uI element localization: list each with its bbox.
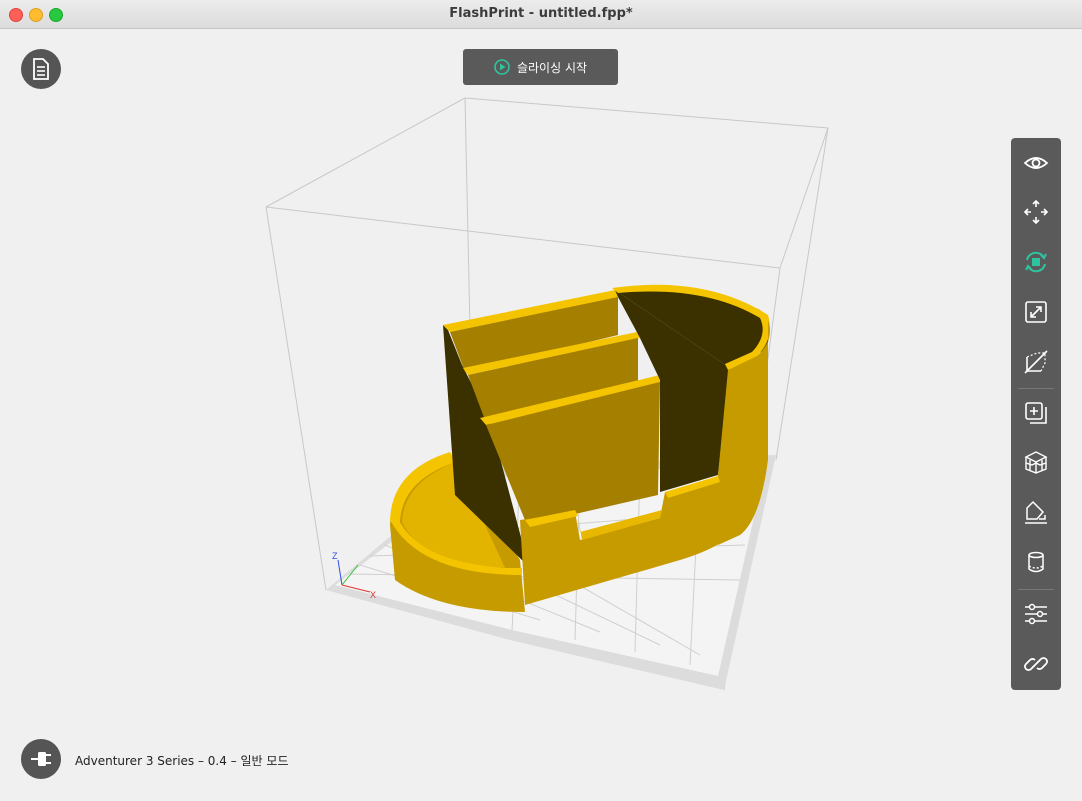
link-icon	[1024, 657, 1048, 671]
tool-rotate[interactable]	[1011, 238, 1061, 286]
title-bar: FlashPrint - untitled.fpp*	[0, 0, 1082, 29]
add-model-icon	[1025, 402, 1047, 424]
cut-icon	[1024, 350, 1048, 374]
eye-icon	[1023, 157, 1049, 169]
printer-status: Adventurer 3 Series – 0.4 – 일반 모드	[75, 754, 289, 768]
plug-icon	[31, 752, 51, 766]
tool-add-model[interactable]	[1011, 389, 1061, 437]
start-slicing-label: 슬라이싱 시작	[516, 60, 588, 75]
document-icon	[33, 58, 49, 80]
printer-connection-button[interactable]	[21, 739, 61, 779]
axis-z-label: Z	[332, 551, 338, 561]
right-toolbar	[1011, 138, 1061, 690]
tool-connect[interactable]	[1011, 640, 1061, 688]
scale-icon	[1025, 301, 1047, 323]
tool-raft[interactable]	[1011, 538, 1061, 586]
tool-lay-flat[interactable]	[1011, 488, 1061, 536]
cylinder-icon	[1028, 551, 1044, 573]
tool-supports[interactable]	[1011, 438, 1061, 486]
axis-x-label: X	[370, 590, 376, 600]
move-arrows-icon	[1023, 199, 1049, 225]
tool-settings[interactable]	[1011, 590, 1061, 638]
start-slicing-button[interactable]: 슬라이싱 시작	[463, 49, 618, 85]
tool-move[interactable]	[1011, 188, 1061, 236]
sliders-icon	[1025, 603, 1047, 625]
tool-view[interactable]	[1011, 139, 1061, 187]
document-button[interactable]	[21, 49, 61, 89]
support-icon	[1024, 451, 1048, 474]
play-icon	[494, 59, 510, 75]
window-title: FlashPrint - untitled.fpp*	[449, 6, 633, 21]
tool-cut[interactable]	[1011, 338, 1061, 386]
3d-viewport[interactable]: Z X	[0, 29, 1082, 801]
tool-scale[interactable]	[1011, 288, 1061, 336]
rotate-icon	[1025, 251, 1047, 273]
lay-flat-icon	[1025, 500, 1047, 524]
scene[interactable]: Z X	[0, 29, 1082, 801]
